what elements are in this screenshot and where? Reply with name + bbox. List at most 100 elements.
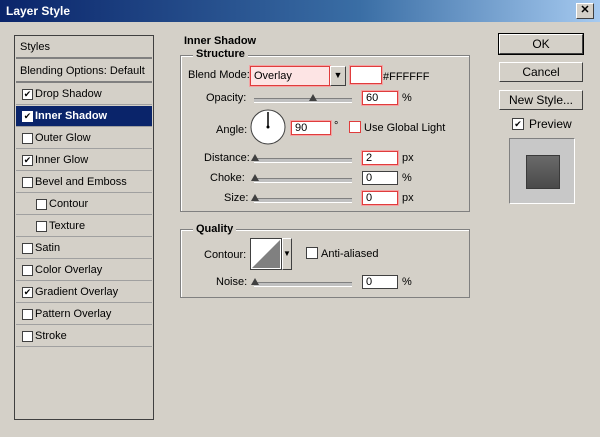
new-style-button[interactable]: New Style... [499, 90, 583, 110]
noise-slider-track[interactable] [254, 282, 352, 287]
opacity-slider-thumb[interactable] [308, 94, 317, 101]
noise-slider-thumb[interactable] [251, 278, 259, 285]
shadow-color-swatch[interactable] [350, 66, 382, 84]
preview-pane [509, 138, 575, 204]
style-checkbox[interactable]: ✔ [22, 111, 33, 122]
layer-style-dialog: Layer Style ✕ Styles Blending Options: D… [0, 0, 600, 437]
shadow-color-hex: #FFFFFF [383, 71, 430, 83]
contour-dropdown-button[interactable]: ▼ [282, 238, 292, 270]
list-header-styles[interactable]: Styles [16, 36, 152, 59]
noise-value: 0 [366, 276, 373, 288]
blending-options-label: Blending Options: Default [20, 65, 145, 77]
size-unit: px [402, 192, 414, 204]
preview-label: Preview [529, 117, 572, 131]
noise-unit: % [402, 276, 412, 288]
style-checkbox[interactable] [22, 331, 33, 342]
style-item-label: Texture [49, 220, 86, 232]
list-item-contour[interactable]: Contour [16, 194, 152, 215]
style-checkbox[interactable]: ✔ [22, 287, 33, 298]
structure-title: Structure [193, 48, 248, 60]
checkmark-icon: ✔ [23, 111, 32, 121]
distance-input[interactable]: 2 [362, 151, 398, 165]
style-checkbox[interactable] [36, 199, 47, 210]
list-item-bevel-and-emboss[interactable]: Bevel and Emboss [16, 172, 152, 193]
angle-label: Angle: [216, 124, 248, 136]
style-checkbox[interactable] [22, 265, 33, 276]
chevron-down-icon: ▼ [333, 70, 343, 80]
style-item-label: Inner Shadow [35, 110, 108, 122]
list-item-gradient-overlay[interactable]: ✔ Gradient Overlay [16, 282, 152, 303]
style-item-label: Color Overlay [35, 264, 103, 276]
angle-dial[interactable] [249, 108, 287, 146]
choke-slider-track[interactable] [254, 178, 352, 183]
preview-checkbox[interactable]: ✔ [512, 118, 524, 130]
window-title: Layer Style [6, 4, 71, 18]
style-checkbox[interactable] [22, 177, 33, 188]
use-global-light-checkbox[interactable] [349, 121, 361, 133]
size-value: 0 [366, 192, 373, 204]
distance-unit: px [402, 152, 414, 164]
style-item-label: Inner Glow [35, 154, 89, 166]
choke-value: 0 [366, 172, 373, 184]
opacity-input[interactable]: 60 [362, 91, 398, 105]
checkmark-icon: ✔ [23, 155, 32, 165]
opacity-unit: % [402, 92, 412, 104]
list-item-satin[interactable]: Satin [16, 238, 152, 259]
contour-thumbnail[interactable] [250, 238, 282, 270]
style-item-label: Stroke [35, 330, 67, 342]
blend-mode-dropdown-button[interactable]: ▼ [330, 66, 346, 86]
angle-input[interactable]: 90 [291, 121, 331, 135]
blend-mode-select[interactable]: Overlay [250, 66, 330, 86]
close-button[interactable]: ✕ [576, 3, 594, 19]
checkmark-icon: ✔ [23, 287, 32, 297]
title-bar[interactable]: Layer Style ✕ [0, 0, 600, 22]
list-item-texture[interactable]: Texture [16, 216, 152, 237]
size-slider-track[interactable] [254, 198, 352, 203]
noise-input[interactable]: 0 [362, 275, 398, 289]
list-item-outer-glow[interactable]: Outer Glow [16, 128, 152, 149]
ok-button[interactable]: OK [498, 33, 584, 55]
choke-label: Choke: [210, 172, 245, 184]
list-item-inner-glow[interactable]: ✔ Inner Glow [16, 150, 152, 171]
quality-title: Quality [193, 223, 237, 235]
list-item-color-overlay[interactable]: Color Overlay [16, 260, 152, 281]
distance-value: 2 [366, 152, 373, 164]
blend-mode-label: Blend Mode: [188, 69, 250, 81]
list-item-inner-shadow[interactable]: ✔ Inner Shadow [16, 106, 152, 127]
style-item-label: Satin [35, 242, 61, 254]
style-checkbox[interactable] [22, 243, 33, 254]
opacity-slider-track[interactable] [254, 98, 352, 103]
opacity-value: 60 [366, 92, 379, 104]
style-item-label: Contour [49, 198, 89, 210]
opacity-label: Opacity: [206, 92, 247, 104]
style-checkbox[interactable]: ✔ [22, 89, 33, 100]
list-item-blending-options[interactable]: Blending Options: Default [16, 60, 152, 83]
style-item-label: Bevel and Emboss [35, 176, 127, 188]
degree-unit: ° [334, 120, 339, 132]
style-item-label: Drop Shadow [35, 88, 102, 100]
style-checkbox[interactable] [22, 309, 33, 320]
use-global-light-label: Use Global Light [364, 122, 446, 134]
angle-value: 90 [295, 122, 308, 134]
cancel-button[interactable]: Cancel [499, 62, 583, 82]
contour-label: Contour: [204, 249, 247, 261]
size-input[interactable]: 0 [362, 191, 398, 205]
choke-input[interactable]: 0 [362, 171, 398, 185]
checkmark-icon: ✔ [514, 119, 522, 129]
list-item-stroke[interactable]: Stroke [16, 326, 152, 347]
list-item-drop-shadow[interactable]: ✔ Drop Shadow [16, 84, 152, 105]
style-checkbox[interactable]: ✔ [22, 155, 33, 166]
anti-aliased-checkbox[interactable] [306, 247, 318, 259]
distance-slider-track[interactable] [254, 158, 352, 163]
style-checkbox[interactable] [36, 221, 47, 232]
anti-aliased-label: Anti-aliased [321, 248, 379, 260]
size-slider-thumb[interactable] [251, 194, 259, 201]
checkmark-icon: ✔ [23, 89, 32, 99]
noise-label: Noise: [216, 276, 248, 288]
style-item-label: Outer Glow [35, 132, 91, 144]
distance-slider-thumb[interactable] [251, 154, 259, 161]
blend-mode-value: Overlay [254, 70, 292, 82]
list-item-pattern-overlay[interactable]: Pattern Overlay [16, 304, 152, 325]
style-checkbox[interactable] [22, 133, 33, 144]
choke-slider-thumb[interactable] [251, 174, 259, 181]
